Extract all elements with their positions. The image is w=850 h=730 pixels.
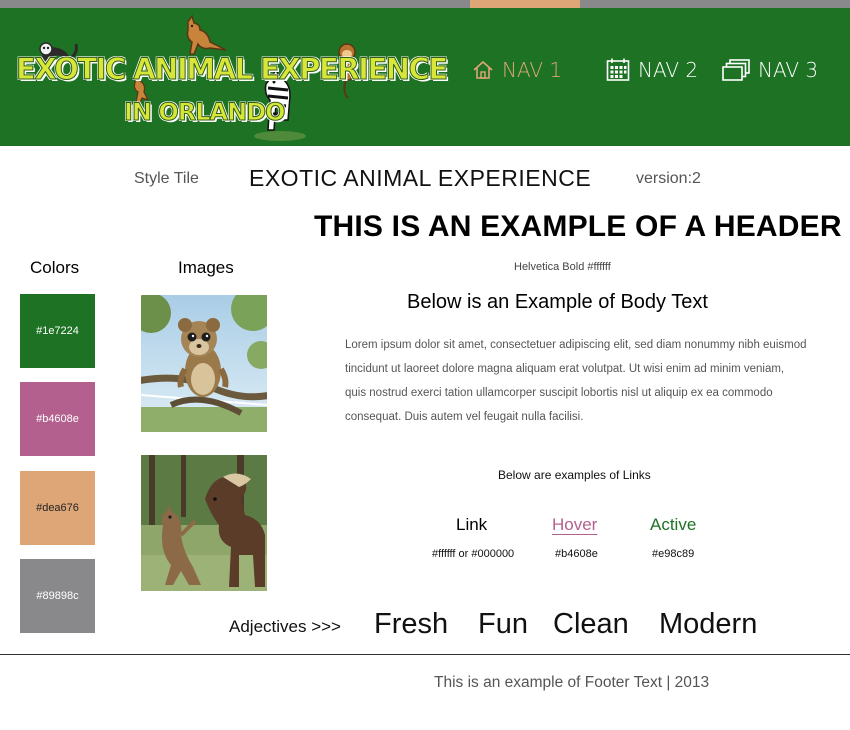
color-swatch-pink: #b4608e <box>20 382 95 456</box>
adjectives-label: Adjectives >>> <box>229 617 341 636</box>
active-color-code: #e98c89 <box>652 548 695 560</box>
color-swatch-green: #1e7224 <box>20 294 95 368</box>
colors-heading: Colors <box>30 258 80 277</box>
color-swatch-tan: #dea676 <box>20 471 95 545</box>
site-header: EXOTIC ANIMAL EXPERIENCE IN ORLANDO NAV … <box>0 8 850 146</box>
adjective-fun: Fun <box>478 608 528 640</box>
style-tile-label: Style Tile <box>134 170 199 187</box>
logo-title: EXOTIC ANIMAL EXPERIENCE <box>16 52 449 87</box>
logo-subtitle: IN ORLANDO <box>124 98 287 127</box>
calendar-icon <box>606 58 630 81</box>
kangaroo-illustration <box>186 14 227 55</box>
active-nav-indicator <box>470 0 580 8</box>
stacked-pages-icon <box>722 59 750 81</box>
link-color-code: #ffffff or #000000 <box>432 548 515 560</box>
nav-item-2[interactable]: NAV 2 <box>606 58 698 82</box>
header-font-note: Helvetica Bold #ffffff <box>514 261 611 273</box>
site-logo[interactable]: EXOTIC ANIMAL EXPERIENCE IN ORLANDO <box>12 14 449 141</box>
link-hover-example[interactable]: Hover <box>552 515 597 535</box>
home-icon <box>473 60 493 79</box>
color-swatch-gray: #89898c <box>20 559 95 633</box>
footer-text: This is an example of Footer Text | 2013 <box>434 674 710 691</box>
adjective-clean: Clean <box>553 608 629 640</box>
kangaroo-and-pony-photo <box>141 455 267 591</box>
images-heading: Images <box>178 258 234 277</box>
links-title: Below are examples of Links <box>498 468 651 482</box>
version-label: version:2 <box>636 170 701 187</box>
kinkajou-photo <box>141 295 267 432</box>
nav-label-3: NAV 3 <box>758 58 819 82</box>
swatch-label: #b4608e <box>36 413 79 425</box>
body-text-sample: Lorem ipsum dolor sit amet, consectetuer… <box>345 339 807 423</box>
link-active-example[interactable]: Active <box>650 515 696 535</box>
nav-item-1[interactable]: NAV 1 <box>472 58 562 82</box>
nav-label-2: NAV 2 <box>638 58 699 82</box>
hover-color-code: #b4608e <box>555 548 598 560</box>
nav-item-3[interactable]: NAV 3 <box>722 58 818 82</box>
nav-label-1: NAV 1 <box>502 58 563 82</box>
body-text-title: Below is an Example of Body Text <box>407 291 708 313</box>
swatch-label: #89898c <box>36 590 79 602</box>
top-accent-bar <box>0 0 850 8</box>
adjective-fresh: Fresh <box>374 608 449 640</box>
adjective-modern: Modern <box>659 608 758 640</box>
footer-divider <box>0 654 850 655</box>
swatch-label: #dea676 <box>36 502 79 514</box>
header-example: THIS IS AN EXAMPLE OF A HEADER <box>314 210 842 243</box>
link-example[interactable]: Link <box>456 515 487 535</box>
style-tile-title: EXOTIC ANIMAL EXPERIENCE <box>249 165 592 191</box>
swatch-label: #1e7224 <box>36 325 79 337</box>
